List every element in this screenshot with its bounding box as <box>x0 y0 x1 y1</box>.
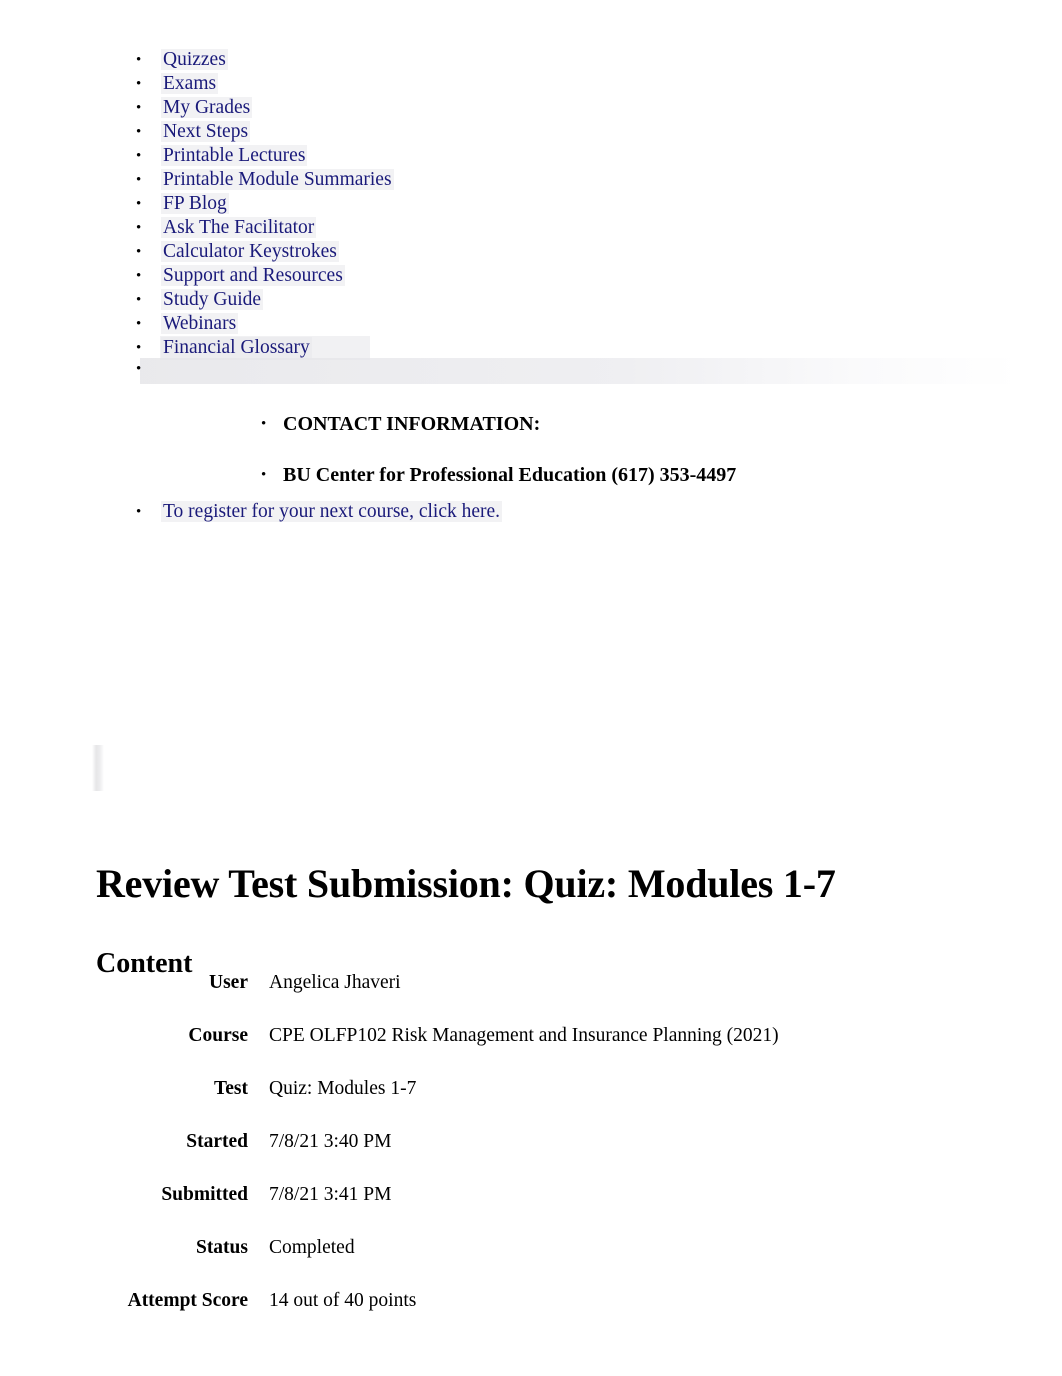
row-value: 7/8/21 3:41 PM <box>269 1184 392 1205</box>
nav-item-calculator-keystrokes[interactable]: Calculator Keystrokes <box>0 240 1062 264</box>
nav-item-next-steps[interactable]: Next Steps <box>0 120 1062 144</box>
scan-artifact-mark <box>92 745 104 791</box>
nav-item-quizzes[interactable]: Quizzes <box>0 48 1062 72</box>
nav-item-printable-lectures[interactable]: Printable Lectures <box>0 144 1062 168</box>
nav-item-label: Printable Lectures <box>161 145 308 166</box>
row-label: Status <box>195 1237 248 1258</box>
row-label: Submitted <box>161 1184 248 1205</box>
course-nav-list: Quizzes Exams My Grades Next Steps Print… <box>0 48 1062 378</box>
nav-item-my-grades[interactable]: My Grades <box>0 96 1062 120</box>
submission-info-table: User Angelica Jhaveri Course CPE OLFP102… <box>0 972 900 1343</box>
table-row: Submitted 7/8/21 3:41 PM <box>0 1184 900 1237</box>
nav-item-empty <box>0 360 1062 378</box>
nav-item-webinars[interactable]: Webinars <box>0 312 1062 336</box>
nav-item-ask-the-facilitator[interactable]: Ask The Facilitator <box>0 216 1062 240</box>
nav-item-label: Support and Resources <box>161 265 345 286</box>
nav-item-label: Calculator Keystrokes <box>161 241 339 262</box>
row-label: Course <box>188 1025 248 1046</box>
row-value: 14 out of 40 points <box>269 1290 417 1311</box>
row-label: Test <box>214 1078 248 1099</box>
nav-item-fp-blog[interactable]: FP Blog <box>0 192 1062 216</box>
nav-item-support-and-resources[interactable]: Support and Resources <box>0 264 1062 288</box>
row-label: Started <box>186 1131 248 1152</box>
contact-phone-line: BU Center for Professional Education (61… <box>0 463 1062 487</box>
row-value: Completed <box>269 1237 355 1258</box>
nav-item-label: My Grades <box>161 97 253 118</box>
row-label: Attempt Score <box>127 1290 248 1311</box>
nav-item-label: Quizzes <box>161 49 228 70</box>
row-value: Quiz: Modules 1-7 <box>269 1078 417 1099</box>
register-link-item[interactable]: To register for your next course, click … <box>0 500 1062 524</box>
nav-item-label: Study Guide <box>161 289 264 310</box>
table-row: Attempt Score 14 out of 40 points <box>0 1290 900 1343</box>
row-value: Angelica Jhaveri <box>269 972 401 993</box>
nav-item-label: Webinars <box>161 313 239 334</box>
contact-heading: CONTACT INFORMATION: <box>0 412 1062 436</box>
nav-item-label: Next Steps <box>161 121 251 142</box>
register-link-label: To register for your next course, click … <box>161 501 503 522</box>
table-row: Started 7/8/21 3:40 PM <box>0 1131 900 1184</box>
contact-phone-label: BU Center for Professional Education (61… <box>283 464 737 486</box>
nav-item-label: Ask The Facilitator <box>161 217 317 238</box>
nav-item-study-guide[interactable]: Study Guide <box>0 288 1062 312</box>
contact-heading-label: CONTACT INFORMATION: <box>283 413 541 435</box>
contact-spacer <box>0 436 1062 463</box>
nav-item-label: Printable Module Summaries <box>161 169 394 190</box>
table-row: Status Completed <box>0 1237 900 1290</box>
nav-item-exams[interactable]: Exams <box>0 72 1062 96</box>
row-value: 7/8/21 3:40 PM <box>269 1131 392 1152</box>
nav-item-label: Exams <box>161 73 219 94</box>
nav-item-label: Financial Glossary <box>161 337 312 358</box>
table-row: User Angelica Jhaveri <box>0 972 900 1025</box>
row-label: User <box>209 972 248 993</box>
nav-item-label: FP Blog <box>161 193 229 214</box>
row-value: CPE OLFP102 Risk Management and Insuranc… <box>269 1025 779 1046</box>
table-row: Test Quiz: Modules 1-7 <box>0 1078 900 1131</box>
nav-item-printable-module-summaries[interactable]: Printable Module Summaries <box>0 168 1062 192</box>
nav-item-financial-glossary[interactable]: Financial Glossary <box>0 336 1062 360</box>
page-title: Review Test Submission: Quiz: Modules 1-… <box>96 860 836 906</box>
register-block: To register for your next course, click … <box>0 500 1062 524</box>
table-row: Course CPE OLFP102 Risk Management and I… <box>0 1025 900 1078</box>
contact-information-block: CONTACT INFORMATION: BU Center for Profe… <box>0 412 1062 487</box>
